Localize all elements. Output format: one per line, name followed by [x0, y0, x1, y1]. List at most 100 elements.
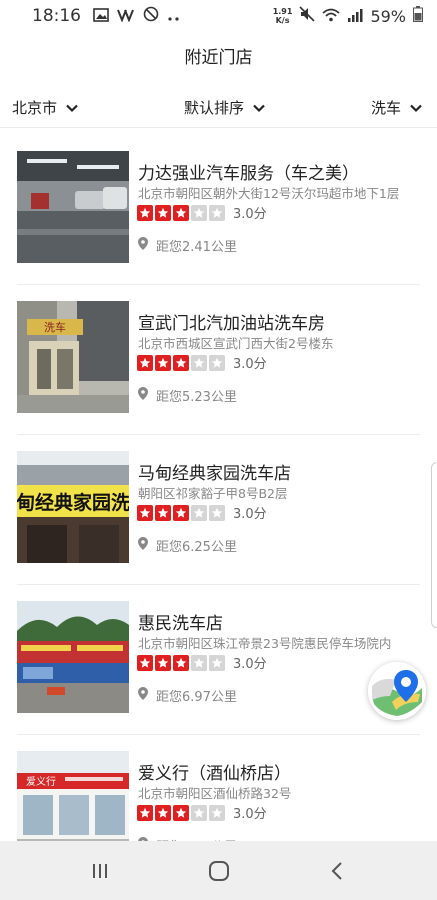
star-empty-icon — [209, 654, 225, 671]
star-filled-icon — [137, 204, 153, 221]
star-filled-icon — [137, 504, 153, 521]
status-time: 18:16 — [32, 6, 81, 26]
star-filled-icon — [173, 204, 189, 221]
star-rating: 3.0分 — [137, 503, 267, 522]
mute-icon — [299, 6, 316, 26]
store-photo-sign: 爱义行 — [26, 775, 56, 788]
rating-score: 3.0分 — [233, 507, 267, 522]
distance-text: 距您5.23公里 — [156, 390, 237, 405]
store-name: 爱义行（酒仙桥店） — [138, 764, 291, 784]
map-icon — [368, 662, 426, 720]
star-filled-icon — [137, 804, 153, 821]
store-address: 朝阳区祁家豁子甲8号B2层 — [138, 486, 288, 501]
store-name: 惠民洗车店 — [138, 614, 223, 634]
star-filled-icon — [155, 654, 171, 671]
store-address: 北京市西城区宣武门西大街2号楼东 — [138, 336, 334, 351]
category-filter-label: 洗车 — [370, 99, 401, 117]
net-speed-value: 1.91 — [272, 7, 293, 16]
store-distance: 距您5.23公里 — [138, 386, 237, 405]
store-address: 北京市朝阳区朝外大街12号沃尔玛超市地下1层 — [138, 186, 400, 201]
store-item[interactable]: 力达强业汽车服务（车之美） 北京市朝阳区朝外大街12号沃尔玛超市地下1层 3.0… — [17, 135, 420, 285]
store-photo-sign: 甸经典家园洗 — [17, 491, 129, 514]
chevron-down-icon — [409, 101, 423, 115]
image-notification-icon — [93, 7, 109, 26]
rating-score: 3.0分 — [233, 657, 267, 672]
star-rating: 3.0分 — [137, 653, 267, 672]
star-filled-icon — [155, 504, 171, 521]
star-filled-icon — [137, 354, 153, 371]
city-filter-label: 北京市 — [12, 99, 58, 117]
store-address: 北京市朝阳区酒仙桥路32号 — [138, 786, 292, 801]
home-button[interactable] — [199, 851, 239, 891]
store-name: 马甸经典家园洗车店 — [138, 464, 291, 484]
rating-score: 3.0分 — [233, 807, 267, 822]
store-photo — [17, 601, 129, 713]
store-photo — [17, 151, 129, 263]
star-filled-icon — [173, 804, 189, 821]
star-empty-icon — [209, 804, 225, 821]
store-distance: 距您6.25公里 — [138, 536, 237, 555]
distance-text: 距您2.41公里 — [156, 240, 237, 255]
star-filled-icon — [155, 204, 171, 221]
rating-score: 3.0分 — [233, 207, 267, 222]
star-empty-icon — [209, 354, 225, 371]
sort-filter-label: 默认排序 — [183, 99, 244, 117]
location-pin-icon — [138, 537, 148, 554]
battery-icon — [413, 6, 423, 26]
store-item[interactable]: 洗车 宣武门北汽加油站洗车房 北京市西城区宣武门西大街2号楼东 3.0分 距您5… — [17, 285, 420, 435]
location-pin-icon — [138, 237, 148, 254]
star-empty-icon — [191, 204, 207, 221]
recent-apps-button[interactable] — [80, 851, 120, 891]
signal-icon — [347, 7, 363, 26]
net-speed: 1.91 K/s — [273, 7, 293, 25]
star-filled-icon — [155, 804, 171, 821]
app-notification-icon — [117, 7, 135, 26]
store-name: 力达强业汽车服务（车之美） — [138, 164, 359, 184]
store-name: 宣武门北汽加油站洗车房 — [138, 314, 325, 334]
chevron-down-icon — [252, 101, 266, 115]
scroll-handle[interactable] — [431, 462, 437, 628]
city-filter[interactable]: 北京市 — [12, 97, 79, 118]
sort-filter[interactable]: 默认排序 — [184, 97, 266, 118]
page-title: 附近门店 — [184, 48, 253, 68]
star-empty-icon — [191, 504, 207, 521]
star-filled-icon — [155, 354, 171, 371]
star-empty-icon — [209, 204, 225, 221]
blocked-notification-icon — [143, 6, 159, 26]
battery-percent: 59% — [370, 6, 406, 26]
star-rating: 3.0分 — [137, 203, 267, 222]
star-empty-icon — [191, 354, 207, 371]
net-speed-unit: K/s — [275, 16, 290, 25]
filter-bar: 北京市 默认排序 洗车 — [0, 88, 437, 128]
back-icon — [331, 861, 342, 880]
distance-text: 距您6.25公里 — [156, 540, 237, 555]
store-list: 力达强业汽车服务（车之美） 北京市朝阳区朝外大街12号沃尔玛超市地下1层 3.0… — [0, 135, 437, 885]
store-distance: 距您6.97公里 — [138, 686, 237, 705]
distance-text: 距您6.97公里 — [156, 690, 237, 705]
star-filled-icon — [173, 654, 189, 671]
star-empty-icon — [191, 654, 207, 671]
star-filled-icon — [137, 654, 153, 671]
status-bar: 18:16 1.91 K/s 59% — [0, 0, 437, 32]
back-button[interactable] — [318, 851, 358, 891]
chevron-down-icon — [65, 101, 79, 115]
system-nav-bar — [0, 841, 437, 900]
category-filter[interactable]: 洗车 — [371, 97, 423, 118]
rating-score: 3.0分 — [233, 357, 267, 372]
store-photo-sign: 洗车 — [44, 320, 66, 334]
star-rating: 3.0分 — [137, 803, 267, 822]
location-pin-icon — [138, 387, 148, 404]
home-icon — [208, 860, 229, 881]
store-item[interactable]: 甸经典家园洗 马甸经典家园洗车店 朝阳区祁家豁子甲8号B2层 3.0分 距您6.… — [17, 435, 420, 585]
star-rating: 3.0分 — [137, 353, 267, 372]
store-address: 北京市朝阳区珠江帝景23号院惠民停车场院内 — [138, 636, 392, 651]
star-empty-icon — [191, 804, 207, 821]
wifi-icon — [322, 7, 341, 26]
location-pin-icon — [138, 687, 148, 704]
more-notifications-icon — [167, 7, 181, 26]
recent-apps-icon — [92, 863, 107, 878]
map-view-button[interactable] — [368, 662, 426, 720]
store-item[interactable]: 惠民洗车店 北京市朝阳区珠江帝景23号院惠民停车场院内 3.0分 距您6.97公… — [17, 585, 420, 735]
star-filled-icon — [173, 354, 189, 371]
store-distance: 距您2.41公里 — [138, 236, 237, 255]
